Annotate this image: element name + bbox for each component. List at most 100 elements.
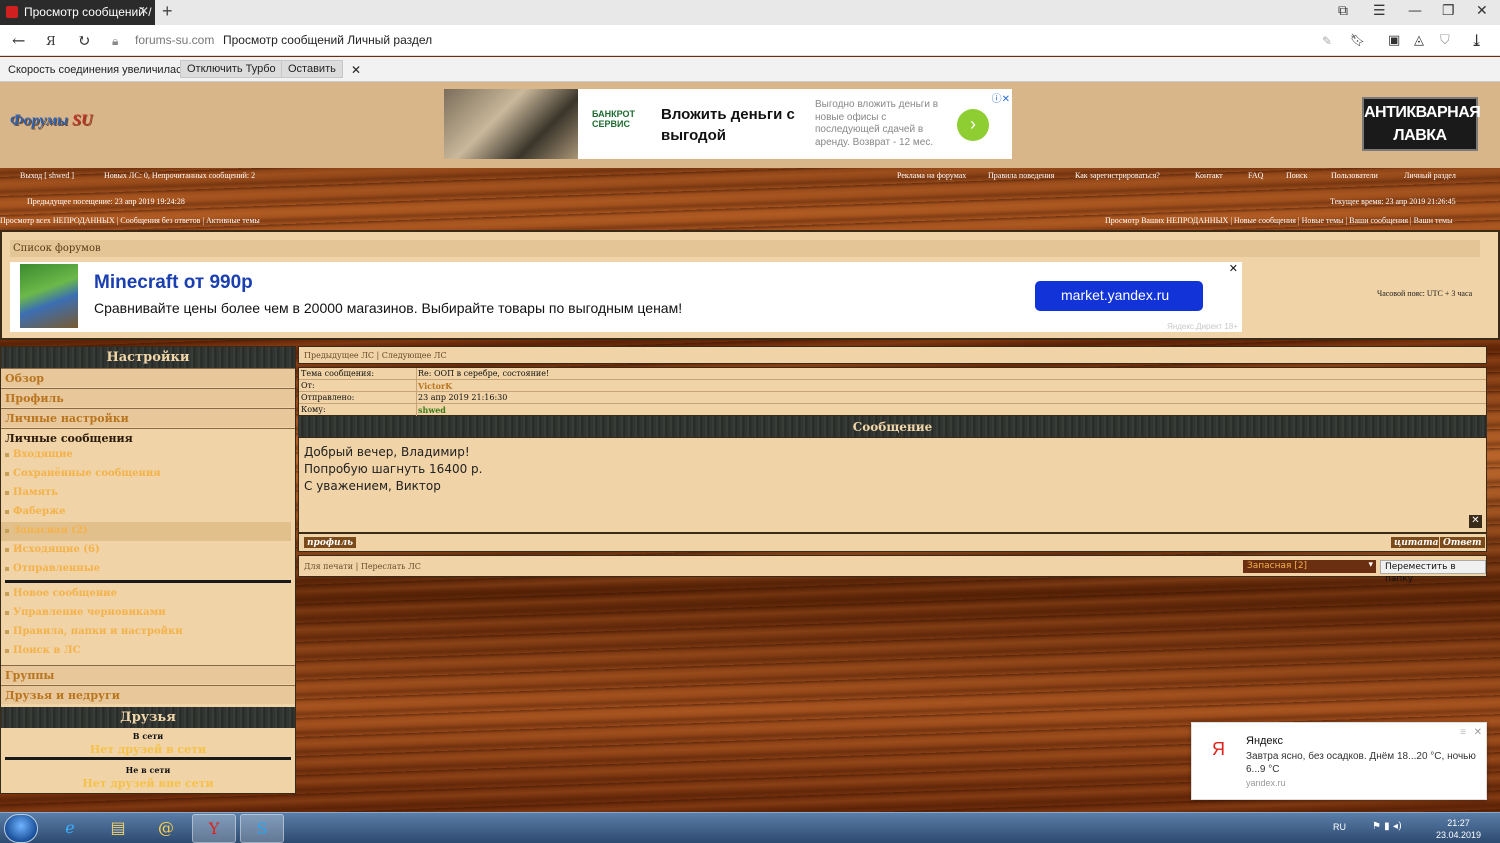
notification-menu-icon[interactable]: ≡: [1460, 727, 1466, 738]
url-page-title[interactable]: Просмотр сообщений Личный раздел: [223, 33, 432, 47]
last-visit: Предыдущее посещение: 23 апр 2019 19:24:…: [27, 197, 185, 206]
to-user-link[interactable]: shwed: [418, 405, 446, 415]
ad-close-icon[interactable]: ✕: [1229, 262, 1238, 275]
antique-shop-banner[interactable]: АНТИКВАРНАЯ ЛАВКА: [1362, 97, 1481, 151]
address-bar: ← Я ↻ 🔒︎ forums-su.com Просмотр сообщени…: [0, 25, 1500, 56]
from-row: От: VictorK: [299, 380, 1486, 392]
ad-description: Выгодно вложить деньги в новые офисы с п…: [815, 99, 939, 148]
folder-select[interactable]: Запасная [2] ▾: [1243, 560, 1376, 573]
move-to-folder-button[interactable]: Переместить в папку: [1380, 560, 1486, 584]
ads-link[interactable]: Реклама на форумах: [897, 171, 966, 180]
sent-label: Отправлено:: [301, 393, 355, 402]
folder-outbox[interactable]: Исходящие (6): [1, 541, 295, 560]
sidebar-personal-settings[interactable]: Личные настройки: [1, 408, 295, 427]
site-logo[interactable]: Форумы SU: [10, 112, 93, 130]
rules-link[interactable]: Правила поведения: [988, 171, 1054, 180]
back-icon[interactable]: ←: [12, 31, 25, 50]
profile-button[interactable]: профиль: [303, 536, 358, 549]
reload-icon[interactable]: ↻: [77, 31, 90, 50]
taskbar: ℯ ▤ @ Y S RU ⚑ ▮ ◂) 21:27 23.04.2019: [0, 812, 1500, 843]
yandex-browser-icon[interactable]: Y: [192, 814, 236, 843]
rules-folders-link[interactable]: Правила, папки и настройки: [1, 623, 295, 642]
sidebar-divider: [5, 580, 291, 583]
timezone: Часовой пояс: UTC + 3 часа: [1377, 289, 1473, 298]
turbo-message: Скорость соединения увеличилась.: [8, 64, 191, 76]
message-header: Тема сообщения: Re: ООП в серебре, состоя…: [298, 367, 1487, 416]
contact-link[interactable]: Контакт: [1195, 171, 1223, 180]
new-tab-icon[interactable]: +: [162, 1, 173, 22]
notification-close-icon[interactable]: ✕: [1474, 727, 1482, 738]
turbo-infobar: Скорость соединения увеличилась. Отключи…: [0, 57, 1500, 82]
faq-link[interactable]: FAQ: [1248, 171, 1263, 180]
ad-brand: БАНКРОТ СЕРВИС: [592, 109, 636, 129]
maximize-icon[interactable]: ❐: [1442, 3, 1455, 19]
folder-memory[interactable]: Память: [1, 484, 295, 503]
ad-arrow-icon[interactable]: ›: [957, 109, 989, 141]
new-pm-link[interactable]: Новых ЛС: 0, Непрочитанных сообщений: 2: [104, 171, 255, 180]
camera-icon[interactable]: ▣: [1388, 33, 1400, 48]
folder-faberge[interactable]: Фаберже: [1, 503, 295, 522]
middle-ad-banner[interactable]: Minecraft от 990р Сравнивайте цены более…: [10, 262, 1242, 332]
new-message-link[interactable]: Новое сообщение: [1, 585, 295, 604]
message-actions: профиль цитата Ответ: [298, 533, 1487, 552]
tray-icons[interactable]: ⚑ ▮ ◂): [1372, 821, 1402, 832]
language-indicator[interactable]: RU: [1333, 822, 1346, 832]
sidebar-overview[interactable]: Обзор: [1, 368, 295, 387]
ad-close-icon[interactable]: ⓘ✕: [992, 90, 1010, 105]
minimize-icon[interactable]: —: [1408, 3, 1422, 19]
cloud-icon[interactable]: ◬: [1414, 33, 1424, 48]
current-time: Текущее время: 23 апр 2019 21:26:45: [1330, 197, 1456, 206]
ie-icon[interactable]: ℯ: [48, 814, 92, 843]
message-line: Попробую шагнуть 16400 р.: [304, 462, 483, 476]
yandex-notification[interactable]: Я Яндекс Завтра ясно, без осадков. Днём …: [1191, 722, 1487, 800]
quote-button[interactable]: цитата: [1390, 536, 1443, 549]
explorer-icon[interactable]: ▤: [96, 814, 140, 843]
lock-icon[interactable]: 🔒︎: [112, 34, 118, 49]
keep-turbo-button[interactable]: Оставить: [281, 60, 343, 78]
from-user-link[interactable]: VictorK: [418, 381, 452, 391]
forum-list-link[interactable]: Список форумов: [10, 240, 1480, 257]
mail-icon[interactable]: @: [144, 814, 188, 843]
folder-inbox[interactable]: Входящие: [1, 446, 295, 465]
market-button[interactable]: market.yandex.ru: [1035, 281, 1203, 311]
sidebar-friends-foes[interactable]: Друзья и недруги: [1, 685, 295, 704]
top-ad-banner[interactable]: БАНКРОТ СЕРВИС Вложить деньги с выгодой …: [444, 89, 1012, 159]
print-forward-links[interactable]: Для печати | Переслать ЛС: [304, 562, 421, 571]
bookmarks-icon[interactable]: ⧉: [1338, 3, 1348, 19]
bookmark-icon[interactable]: 🔖︎: [1350, 33, 1365, 47]
close-tab-icon[interactable]: ✕: [139, 4, 149, 18]
search-link[interactable]: Поиск: [1286, 171, 1308, 180]
disable-turbo-button[interactable]: Отключить Турбо: [180, 60, 283, 78]
close-window-icon[interactable]: ✕: [1476, 3, 1488, 19]
close-infobar-icon[interactable]: ✕: [351, 63, 361, 77]
menu-icon[interactable]: ☰: [1373, 3, 1386, 19]
message-nav-links[interactable]: Предыдущее ЛС | Следующее ЛС: [298, 346, 1487, 364]
reply-button[interactable]: Ответ: [1439, 536, 1486, 549]
users-link[interactable]: Пользователи: [1331, 171, 1378, 180]
folder-saved[interactable]: Сохранённые сообщения: [1, 465, 295, 484]
sidebar-groups[interactable]: Группы: [1, 665, 295, 684]
url-domain[interactable]: forums-su.com: [135, 33, 214, 47]
forum-nav: Выход [ shwed ] Новых ЛС: 0, Непрочитанн…: [0, 168, 1500, 230]
pin-icon[interactable]: ✎: [1322, 34, 1332, 48]
yandex-icon[interactable]: Я: [46, 34, 56, 48]
sidebar-private-messages[interactable]: Личные сообщения: [1, 428, 295, 446]
download-icon[interactable]: ⤓: [1470, 31, 1483, 50]
skype-icon[interactable]: S: [240, 814, 284, 843]
register-link[interactable]: Как зарегистрироваться?: [1075, 171, 1160, 180]
left-quick-links[interactable]: Просмотр всех НЕПРОДАННЫХ | Сообщения бе…: [0, 216, 260, 225]
drafts-link[interactable]: Управление черновиками: [1, 604, 295, 623]
start-button[interactable]: [4, 814, 38, 843]
pm-search-link[interactable]: Поиск в ЛС: [1, 642, 295, 661]
shield-icon[interactable]: ⛉: [1440, 33, 1450, 48]
delete-icon[interactable]: ✕: [1469, 515, 1482, 528]
right-quick-links[interactable]: Просмотр Ваших НЕПРОДАННЫХ | Новые сообщ…: [1105, 216, 1452, 225]
folder-reserve[interactable]: Запасная (2): [1, 522, 291, 541]
folder-sent[interactable]: Отправленные: [1, 560, 295, 579]
to-label: Кому:: [301, 405, 326, 414]
logout-link[interactable]: Выход [ shwed ]: [20, 171, 74, 180]
browser-tab[interactable]: Просмотр сообщений / ✕: [0, 0, 155, 25]
sidebar-profile[interactable]: Профиль: [1, 388, 295, 407]
personal-section-link[interactable]: Личный раздел: [1404, 171, 1456, 180]
clock[interactable]: 21:27 23.04.2019: [1436, 817, 1481, 841]
